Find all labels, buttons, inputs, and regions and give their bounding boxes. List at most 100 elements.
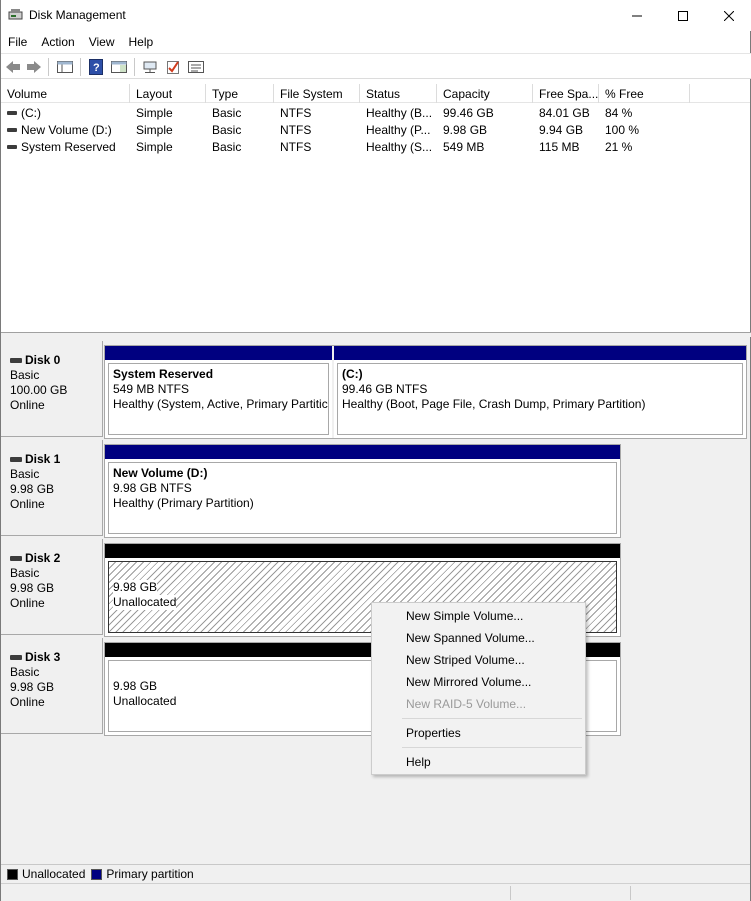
menu-bar: File Action View Help — [1, 31, 751, 53]
column-header-volume[interactable]: Volume — [1, 84, 130, 103]
cell-capacity: 549 MB — [443, 140, 485, 154]
forward-button[interactable] — [25, 58, 43, 76]
toolbar-separator — [48, 58, 49, 76]
partition-color-bar — [105, 544, 620, 558]
disk-management-app-icon — [8, 9, 23, 20]
column-header-file-system[interactable]: File System — [274, 84, 360, 103]
connect-button[interactable] — [141, 58, 159, 76]
column-header-status[interactable]: Status — [360, 84, 437, 103]
column-header-percent-free[interactable]: % Free — [599, 84, 690, 103]
cell-percent-free: 84 % — [605, 106, 633, 120]
volume-row-system-reserved[interactable]: System Reserved Simple Basic NTFS Health… — [1, 138, 750, 155]
disk-type: Basic — [10, 368, 40, 382]
svg-text:?: ? — [93, 62, 100, 74]
forward-icon — [27, 61, 41, 73]
toolbar-separator — [134, 58, 135, 76]
disk-state: Online — [10, 596, 45, 610]
cell-layout: Simple — [136, 106, 173, 120]
disk-3-label[interactable]: Disk 3 Basic 9.98 GB Online — [1, 638, 103, 734]
cell-volume: System Reserved — [21, 140, 116, 154]
cell-type: Basic — [212, 140, 242, 154]
console-tree-button[interactable] — [56, 58, 74, 76]
volume-row-d[interactable]: New Volume (D:) Simple Basic NTFS Health… — [1, 121, 750, 138]
cell-status: Healthy (P... — [366, 123, 431, 137]
disk-0-partitions: System Reserved 549 MB NTFS Healthy (Sys… — [104, 345, 747, 439]
partition-new-volume-d[interactable]: New Volume (D:) 9.98 GB NTFS Healthy (Pr… — [105, 445, 620, 537]
disk-management-window: Disk Management File Action View Help ? — [0, 0, 751, 901]
minimize-icon — [632, 15, 642, 16]
menu-item-new-simple-volume[interactable]: New Simple Volume... — [406, 609, 523, 623]
minimize-button[interactable] — [614, 0, 660, 31]
close-icon — [724, 10, 734, 21]
disk-name: Disk 0 — [10, 353, 102, 368]
disk-0-label[interactable]: Disk 0 Basic 100.00 GB Online — [1, 341, 103, 437]
cell-percent-free: 21 % — [605, 140, 633, 154]
disk-2-label[interactable]: Disk 2 Basic 9.98 GB Online — [1, 539, 103, 635]
volume-row-c[interactable]: (C:) Simple Basic NTFS Healthy (B... 99.… — [1, 104, 750, 121]
disk-icon — [10, 358, 22, 363]
back-button[interactable] — [4, 58, 22, 76]
window-title: Disk Management — [29, 8, 126, 22]
volume-list-header: Volume Layout Type File System Status Ca… — [1, 84, 750, 103]
maximize-button[interactable] — [660, 0, 706, 31]
partition-body: System Reserved 549 MB NTFS Healthy (Sys… — [108, 363, 329, 435]
column-header-capacity[interactable]: Capacity — [437, 84, 533, 103]
show-pane-icon — [111, 61, 127, 73]
rescan-button[interactable] — [164, 58, 182, 76]
partition-c[interactable]: (C:) 99.46 GB NTFS Healthy (Boot, Page F… — [332, 346, 746, 438]
disk-size: 9.98 GB — [10, 680, 55, 694]
cell-type: Basic — [212, 123, 242, 137]
cell-free-space: 115 MB — [539, 140, 580, 154]
show-hide-pane-button[interactable] — [110, 58, 128, 76]
disk-1-label[interactable]: Disk 1 Basic 9.98 GB Online — [1, 440, 103, 536]
legend-label-unallocated: Unallocated — [22, 867, 86, 881]
cell-volume: New Volume (D:) — [21, 123, 112, 137]
legend-bar: Unallocated Primary partition — [1, 864, 750, 883]
partition-color-bar — [334, 346, 746, 360]
properties-icon — [188, 61, 204, 73]
cell-capacity: 99.46 GB — [443, 106, 494, 120]
menu-help[interactable]: Help — [122, 31, 161, 53]
menu-item-new-mirrored-volume[interactable]: New Mirrored Volume... — [406, 675, 531, 689]
disk-graphical-view: Disk 0 Basic 100.00 GB Online System Res… — [1, 337, 750, 865]
cell-status: Healthy (B... — [366, 106, 433, 120]
cell-percent-free: 100 % — [605, 123, 640, 137]
menu-item-properties[interactable]: Properties — [406, 726, 461, 740]
disk-size: 9.98 GB — [10, 581, 55, 595]
disk-name: Disk 2 — [10, 551, 102, 566]
help-book-icon: ? — [89, 59, 103, 75]
toolbar-separator — [80, 58, 81, 76]
menu-item-new-striped-volume[interactable]: New Striped Volume... — [406, 653, 525, 667]
legend-swatch-unallocated — [7, 868, 18, 880]
cell-status: Healthy (S... — [366, 140, 433, 154]
disk-icon — [10, 655, 22, 660]
disk-state: Online — [10, 695, 45, 709]
cell-file-system: NTFS — [280, 106, 312, 120]
partition-system-reserved[interactable]: System Reserved 549 MB NTFS Healthy (Sys… — [105, 346, 332, 438]
help-button[interactable]: ? — [87, 58, 105, 76]
column-header-layout[interactable]: Layout — [130, 84, 206, 103]
cell-file-system: NTFS — [280, 123, 312, 137]
menu-separator — [402, 747, 582, 748]
partition-color-bar — [105, 346, 332, 360]
disk-icon — [10, 556, 22, 561]
disk-type: Basic — [10, 467, 40, 481]
disk-icon — [10, 457, 22, 462]
menu-item-new-spanned-volume[interactable]: New Spanned Volume... — [406, 631, 535, 645]
properties-button[interactable] — [187, 58, 205, 76]
cell-free-space: 84.01 GB — [539, 106, 590, 120]
disk-name: Disk 1 — [10, 452, 102, 467]
menu-action[interactable]: Action — [34, 31, 81, 53]
column-header-free-space[interactable]: Free Spa... — [533, 84, 599, 103]
legend-label-primary: Primary partition — [106, 867, 194, 881]
partition-body: New Volume (D:) 9.98 GB NTFS Healthy (Pr… — [108, 462, 617, 534]
column-header-type[interactable]: Type — [206, 84, 274, 103]
close-button[interactable] — [706, 0, 751, 31]
menu-item-help[interactable]: Help — [406, 755, 431, 769]
menu-file[interactable]: File — [1, 31, 34, 53]
cell-free-space: 9.94 GB — [539, 123, 584, 137]
menu-item-new-raid5-volume: New RAID-5 Volume... — [406, 697, 527, 711]
disk-1-partitions: New Volume (D:) 9.98 GB NTFS Healthy (Pr… — [104, 444, 621, 538]
menu-view[interactable]: View — [82, 31, 122, 53]
context-menu: New Simple Volume... New Spanned Volume.… — [371, 602, 586, 775]
